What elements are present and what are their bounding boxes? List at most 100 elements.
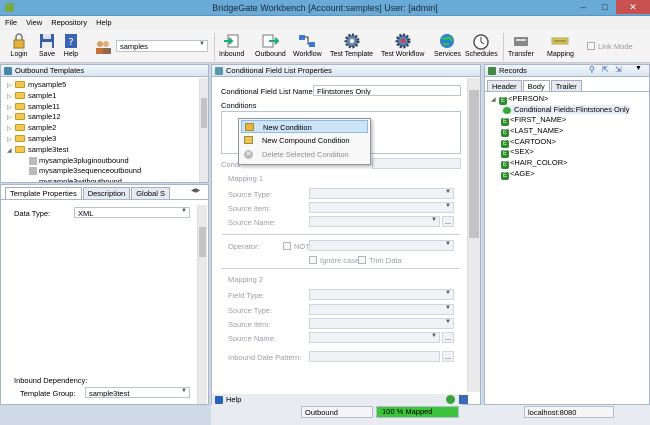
schedules-button[interactable]: Schedules (465, 32, 498, 58)
test-workflow-label: Test Workflow (381, 51, 425, 58)
record-node-last-name[interactable]: E <LAST_NAME> (491, 126, 649, 138)
source-type-select[interactable]: ▼ (309, 188, 454, 199)
tree-item-sample3test[interactable]: ◢ sample3test (7, 145, 197, 156)
folder-icon (15, 81, 25, 88)
template-properties-scrollbar[interactable] (197, 205, 207, 404)
help-button[interactable]: ? Help (62, 32, 80, 58)
mapping-button[interactable]: Mapping (547, 32, 574, 58)
transfer-button[interactable]: Transfer (508, 32, 534, 58)
test-workflow-button[interactable]: Test Workflow (381, 32, 424, 58)
help-nav-blue-icon[interactable] (459, 395, 468, 404)
test-template-button[interactable]: Test Template (330, 32, 373, 58)
source-name2-browse-button[interactable]: ... (442, 332, 454, 343)
source-type2-select[interactable]: ▼ (309, 304, 454, 315)
source-name2-select[interactable]: ▼ (309, 332, 440, 343)
tab-scroll-arrows[interactable]: ◀▶ (191, 187, 200, 194)
save-button[interactable]: Save (38, 32, 56, 58)
tree-item-mysample3withoutbound[interactable]: mysample3withoutbound (7, 177, 197, 182)
conditions-label: Conditions (221, 101, 257, 110)
minimize-button[interactable]: – (572, 0, 594, 14)
operator-select[interactable]: ▼ (309, 240, 454, 251)
tree-item-sample12[interactable]: ▷ sample12 (7, 112, 197, 123)
scrollbar-thumb[interactable] (199, 227, 206, 257)
maximize-button[interactable]: □ (594, 0, 616, 14)
mapping2-label: Mapping 2 (228, 275, 264, 284)
source-type-label: Source Type: (228, 190, 273, 199)
workflow-button[interactable]: Workflow (293, 32, 322, 58)
inbound-button[interactable]: Inbound (219, 32, 244, 58)
source-name-select[interactable]: ▼ (309, 216, 440, 227)
trim-data-checkbox[interactable] (358, 256, 366, 264)
records-tab-divider (485, 91, 649, 92)
source-name-browse-button[interactable]: ... (442, 216, 454, 227)
workflow-icon (299, 35, 316, 47)
tree-item-mysample3pluginoutbound[interactable]: mysample3pluginoutbound (7, 156, 197, 167)
condition-name-input[interactable] (372, 158, 461, 169)
window-title: BridgeGate Workbench [Account:samples] U… (212, 3, 438, 13)
properties-icon (215, 67, 223, 75)
menu-item-new-condition[interactable]: New Condition (241, 120, 368, 133)
records-expand-icon[interactable]: ⇱ (602, 65, 609, 74)
data-type-select[interactable]: XML ▼ (74, 207, 190, 218)
records-zoom-icon[interactable]: ⚲ (589, 65, 595, 74)
tab-template-properties[interactable]: Template Properties (5, 187, 82, 199)
record-node-age[interactable]: E <AGE> (491, 169, 649, 180)
record-node-person[interactable]: ◢ E <PERSON> (491, 94, 649, 105)
outbound-button[interactable]: Outbound (255, 32, 286, 58)
floppy-disk-icon (40, 34, 54, 48)
source-item-select[interactable]: ▼ (309, 202, 454, 213)
menu-view[interactable]: View (21, 16, 46, 27)
close-button[interactable]: ✕ (616, 0, 650, 14)
record-node-first-name[interactable]: E <FIRST_NAME> (491, 115, 649, 127)
scrollbar-thumb[interactable] (469, 90, 479, 238)
help-panel-tab[interactable]: Help (212, 394, 462, 405)
source-item2-select[interactable]: ▼ (309, 318, 454, 329)
not-checkbox[interactable] (283, 242, 291, 250)
source-type2-label: Source Type: (228, 306, 273, 315)
status-host: localhost:8080 (524, 406, 614, 418)
link-mode-checkbox[interactable] (587, 42, 595, 50)
tree-item-sample1[interactable]: ▷ sample1 (7, 91, 197, 102)
tab-description[interactable]: Description (82, 187, 131, 199)
record-node-conditional-fields[interactable]: Conditional Fields:Flintstones Only (491, 104, 649, 116)
record-node-hair-color[interactable]: E <HAIR_COLOR> (491, 158, 649, 170)
records-collapse-icon[interactable]: ⇲ (615, 65, 622, 74)
services-button[interactable]: Services (434, 32, 461, 58)
record-node-sex[interactable]: E <SEX> (491, 147, 649, 159)
menu-item-delete-condition[interactable]: ✕ Delete Selected Condition (241, 148, 368, 161)
tab-global[interactable]: Global S (131, 187, 170, 199)
conditional-field-list-panel: Conditional Field List Properties Condit… (211, 64, 481, 405)
menu-file[interactable]: File (0, 16, 21, 27)
login-label: Login (10, 51, 28, 58)
tree-item-sample3[interactable]: ▷ sample3 (7, 134, 197, 145)
transfer-label: Transfer (508, 51, 534, 58)
link-mode-label: Link Mode (598, 42, 633, 51)
date-pattern-browse-button[interactable]: ... (442, 351, 454, 362)
progress-text: 100 % Mapped (382, 407, 433, 416)
inbound-date-pattern-input[interactable] (309, 351, 440, 362)
menu-help[interactable]: Help (91, 16, 115, 27)
help-nav-green-icon[interactable] (446, 395, 455, 404)
field-type-select[interactable]: ▼ (309, 289, 454, 300)
chevron-down-icon: ▼ (445, 203, 451, 209)
scrollbar-thumb[interactable] (201, 98, 207, 128)
login-button[interactable]: Login (10, 32, 28, 58)
template-group-select[interactable]: sample3test ▼ (85, 387, 190, 398)
center-scrollbar[interactable] (467, 78, 480, 392)
folder-icon (15, 145, 25, 153)
record-node-cartoon[interactable]: E <CARTOON> (491, 137, 649, 148)
records-menu-icon[interactable]: ▼ (635, 65, 642, 72)
list-name-input[interactable]: Flintstones Only (313, 85, 461, 96)
outbound-tree-scrollbar[interactable] (199, 78, 208, 182)
tree-item-sample2[interactable]: ▷ sample2 (7, 123, 197, 134)
tree-item-sample11[interactable]: ▷ sample11 (7, 102, 197, 113)
help-label: Help (63, 51, 79, 58)
tree-item-mysample5[interactable]: ▷ mysample5 (7, 80, 197, 91)
ignore-case-checkbox[interactable] (309, 256, 317, 264)
menu-repository[interactable]: Repository (46, 16, 91, 27)
conditions-context-menu: New Condition New Compound Condition ✕ De… (238, 118, 371, 165)
account-select[interactable]: samples ▼ (116, 40, 208, 52)
menu-item-new-compound-condition[interactable]: New Compound Condition (241, 134, 368, 147)
chevron-down-icon: ▼ (199, 41, 205, 47)
tree-item-mysample3sequenceoutbound[interactable]: mysample3sequenceoutbound (7, 166, 197, 177)
